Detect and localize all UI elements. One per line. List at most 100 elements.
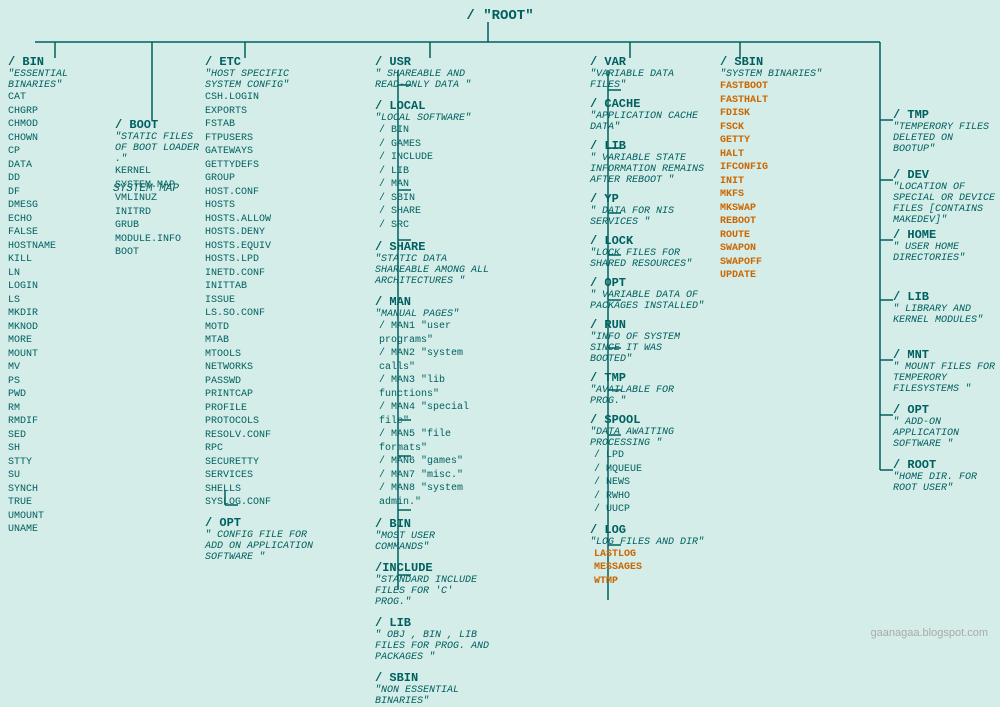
var-cache-desc: "APPLICATION CACHE DATA" [590,111,705,133]
home-section: / HOME " USER HOME DIRECTORIES" [893,228,998,264]
var-opt-desc: " VARIABLE DATA OF PACKAGES INSTALLED" [590,290,705,312]
usr-sbin-name: / SBIN [375,671,490,685]
boot-dir-name: / BOOT [115,118,210,132]
bin-dir-desc: "ESSENTIAL BINARIES" [8,69,108,91]
etc-file-list: CSH.LOGINEXPORTSFSTABFTPUSERSGATEWAYSGET… [205,91,315,510]
dev-dir-desc: "LOCATION OF SPECIAL OR DEVICE FILES [CO… [893,182,998,226]
usr-bin-section: / BIN "MOST USER COMMANDS" [375,517,490,553]
var-log-name: / LOG [590,523,705,537]
boot-dir-desc: "STATIC FILES OF BOOT LOADER ." [115,132,210,165]
sbin-file-list: FASTBOOT FASTHALT FDISK FSCK GETTY HALT … [720,80,830,283]
sbin-dir-name: / SBIN [720,55,830,69]
var-dir-desc: "VARIABLE DATA FILES" [590,69,705,91]
boot-file-list: KERNELSYSTEM.MAPVMLINUZINITRDGRUBMODULE.… [115,165,210,260]
var-log-desc: "LOG FILES AND DIR" [590,537,705,548]
usr-bin-name: / BIN [375,517,490,531]
var-lock-section: / LOCK "LOCK FILES FOR SHARED RESOURCES" [590,234,705,270]
watermark: gaanagaa.blogspot.com [871,627,988,639]
tmp-dir-name: / TMP [893,108,998,122]
log-wtmp: WTMP [594,576,618,587]
usr-include-desc: "STANDARD INCLUDE FILES FOR 'C' PROG." [375,575,490,608]
usr-local-desc: "LOCAL SOFTWARE" [375,113,490,124]
lib-dir-desc: " LIBRARY AND KERNEL MODULES" [893,304,998,326]
usr-share-section: / SHARE "STATIC DATA SHAREABLE AMONG ALL… [375,240,490,287]
usr-include-section: /INCLUDE "STANDARD INCLUDE FILES FOR 'C'… [375,561,490,608]
usr-local-subdirs: / BIN/ GAMES/ INCLUDE/ LIB/ MAN/ SBIN/ S… [375,124,490,232]
tree-lines [0,0,1000,647]
etc-opt-name: / OPT [205,516,315,530]
var-run-name: / RUN [590,318,705,332]
etc-section: / ETC "HOST SPECIFIC SYSTEM CONFIG" CSH.… [205,55,315,563]
usr-dir-name: / USR [375,55,490,69]
var-spool-name: / SPOOL [590,413,705,427]
log-messages: MESSAGES [594,562,642,573]
var-log-files: LASTLOG MESSAGES WTMP [590,548,705,589]
bin-section: / BIN "ESSENTIAL BINARIES" CATCHGRPCHMOD… [8,55,108,537]
var-lock-desc: "LOCK FILES FOR SHARED RESOURCES" [590,248,705,270]
sbin-section: / SBIN "SYSTEM BINARIES" FASTBOOT FASTHA… [720,55,830,283]
etc-opt-desc: " CONFIG FILE FOR ADD ON APPLICATION SOF… [205,530,315,563]
var-run-desc: "INFO OF SYSTEM SINCE IT WAS BOOTED" [590,332,705,365]
usr-sbin-desc: "NON ESSENTIAL BINARIES" [375,685,490,707]
usr-dir-desc: " SHAREABLE AND READ-ONLY DATA " [375,69,490,91]
mnt-section: / MNT " MOUNT FILES FOR TEMPERORY FILESY… [893,348,998,395]
home-dir-name: / HOME [893,228,998,242]
bin-dir-name: / BIN [8,55,108,69]
mnt-dir-desc: " MOUNT FILES FOR TEMPERORY FILESYSTEMS … [893,362,998,395]
var-opt-name: / OPT [590,276,705,290]
var-lock-name: / LOCK [590,234,705,248]
var-yp-desc: " DATA FOR NIS SERVICES " [590,206,705,228]
var-spool-desc: "DATA AWAITING PROCESSING " [590,427,705,449]
var-tmp-desc: "AVAILABLE FOR PROG." [590,385,705,407]
var-spool-section: / SPOOL "DATA AWAITING PROCESSING " / LP… [590,413,705,517]
var-dir-name: / VAR [590,55,705,69]
var-spool-subdirs: / LPD/ MQUEUE/ NEWS/ RWHO/ UUCP [590,449,705,517]
root-dir-name: / ROOT [893,458,998,472]
usr-bin-desc: "MOST USER COMMANDS" [375,531,490,553]
usr-lib-name: / LIB [375,616,490,630]
dev-section: / DEV "LOCATION OF SPECIAL OR DEVICE FIL… [893,168,998,226]
usr-sbin-section: / SBIN "NON ESSENTIAL BINARIES" [375,671,490,707]
tmp-section: / TMP "TEMPERORY FILES DELETED ON BOOTUP… [893,108,998,155]
var-tmp-name: / TMP [590,371,705,385]
usr-section: / USR " SHAREABLE AND READ-ONLY DATA " /… [375,55,490,707]
var-section: / VAR "VARIABLE DATA FILES" / CACHE "APP… [590,55,705,588]
var-yp-name: / YP [590,192,705,206]
usr-man-section: / MAN "MANUAL PAGES" / MAN1 "user progra… [375,295,490,509]
usr-include-name: /INCLUDE [375,561,490,575]
system-map-label: SYSTEM MAP [113,183,179,195]
tmp-dir-desc: "TEMPERORY FILES DELETED ON BOOTUP" [893,122,998,155]
sbin-dir-desc: "SYSTEM BINARIES" [720,69,830,80]
usr-man-name: / MAN [375,295,490,309]
usr-local-section: / LOCAL "LOCAL SOFTWARE" / BIN/ GAMES/ I… [375,99,490,232]
var-opt-section: / OPT " VARIABLE DATA OF PACKAGES INSTAL… [590,276,705,312]
dev-dir-name: / DEV [893,168,998,182]
lib-section: / LIB " LIBRARY AND KERNEL MODULES" [893,290,998,326]
opt-dir-desc: " ADD-ON APPLICATION SOFTWARE " [893,417,998,450]
usr-local-name: / LOCAL [375,99,490,113]
etc-opt-section: / OPT " CONFIG FILE FOR ADD ON APPLICATI… [205,516,315,563]
opt-dir-name: / OPT [893,403,998,417]
var-lib-desc: " VARIABLE STATE INFORMATION REMAINS AFT… [590,153,705,186]
page-title: / "ROOT" [8,8,992,24]
var-log-section: / LOG "LOG FILES AND DIR" LASTLOG MESSAG… [590,523,705,589]
var-lib-section: / LIB " VARIABLE STATE INFORMATION REMAI… [590,139,705,186]
home-dir-desc: " USER HOME DIRECTORIES" [893,242,998,264]
mnt-dir-name: / MNT [893,348,998,362]
bin-file-list: CATCHGRPCHMODCHOWNCPDATADDDFDMESGECHOFAL… [8,91,108,537]
opt-section: / OPT " ADD-ON APPLICATION SOFTWARE " [893,403,998,450]
etc-dir-name: / ETC [205,55,315,69]
log-lastlog: LASTLOG [594,549,636,560]
usr-man-subdirs: / MAN1 "user programs"/ MAN2 "system cal… [375,320,490,509]
usr-man-desc: "MANUAL PAGES" [375,309,490,320]
var-lib-name: / LIB [590,139,705,153]
root-dir-desc: "HOME DIR. FOR ROOT USER" [893,472,998,494]
usr-share-name: / SHARE [375,240,490,254]
usr-lib-section: / LIB " OBJ , BIN , LIB FILES FOR PROG. … [375,616,490,663]
lib-dir-name: / LIB [893,290,998,304]
root-section: / ROOT "HOME DIR. FOR ROOT USER" [893,458,998,494]
etc-dir-desc: "HOST SPECIFIC SYSTEM CONFIG" [205,69,315,91]
var-yp-section: / YP " DATA FOR NIS SERVICES " [590,192,705,228]
usr-share-desc: "STATIC DATA SHAREABLE AMONG ALL ARCHITE… [375,254,490,287]
var-tmp-section: / TMP "AVAILABLE FOR PROG." [590,371,705,407]
